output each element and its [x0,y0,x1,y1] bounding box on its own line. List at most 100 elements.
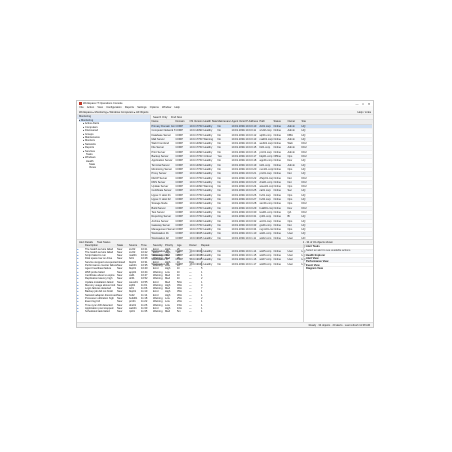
help-link[interactable]: Help / Links [357,111,371,114]
table-cell: web01.corp [259,142,273,146]
window-controls: — □ ✕ [354,102,372,106]
table-cell: Admin [287,129,295,133]
table-cell: 10.0.17763 [189,223,203,227]
table-cell: 10.0.0.22 [245,176,257,180]
find-now-button[interactable]: Find Now [171,116,182,119]
table-cell: 10.0.0.13 [245,137,257,141]
table-cell: DC2 [301,176,307,180]
window-title: Workspace IT Operations Console [83,101,123,105]
table-cell: No [217,206,221,210]
tree-item[interactable]: Views [79,166,150,169]
table-cell: Dev [287,206,293,210]
alert-row[interactable]: ● Scheduled task failed New rpt01 11:35 Warni… [77,310,303,313]
table-cell: 10.0.0.24 [245,185,257,189]
table-cell: Ops [287,198,293,202]
table-cell: test01.corp [259,210,273,214]
table-cell: 10.0.0.26 [245,193,257,197]
table-cell: 10.0.14393 [189,210,203,214]
table-cell: 10.19.10311 [231,189,246,193]
breadcrumb-path[interactable]: Workspace ▸ Monitoring ▸ Windows Compute… [79,111,148,114]
alert-cell: 5m [177,310,181,314]
grid-column-header[interactable]: IP Address [245,120,259,124]
table-cell: BI [287,215,290,219]
main-window: Workspace IT Operations Console — □ ✕ File… [76,100,374,328]
table-cell: 10.19.10311 [231,176,246,180]
table-cell: No [217,228,221,232]
table-cell: Healthy [203,223,213,227]
table-cell: Ops [287,185,293,189]
table-cell: DC2 [301,210,307,214]
grid-scroll-thumb[interactable] [372,125,373,165]
grid-column-header[interactable]: Status [273,120,287,124]
alert-cell: 1 [201,310,203,314]
table-cell: DC2 [301,206,307,210]
task-links: Health Explorer Alert View Performance Vie… [306,254,373,271]
table-cell: srv02.corp [259,129,272,133]
grid-column-header[interactable]: Health State [203,120,218,124]
table-cell: No [217,150,221,154]
table-cell: 10.19.10311 [231,223,246,227]
table-cell: Ops [287,193,293,197]
search-only-button[interactable]: Search Only [153,116,167,119]
table-cell: Reporting Server [151,215,172,219]
table-cell: Healthy [203,172,213,176]
table-cell: Online [273,163,282,167]
grid-column-header[interactable]: Agent Version [231,120,246,124]
table-cell: No [217,146,221,150]
table-cell: Healthy [203,228,213,232]
table-cell: Ops [287,167,293,171]
table-cell: Hyper-V Host 02 [151,198,171,202]
grid-column-header[interactable]: Path [259,120,273,124]
grid-column-header[interactable]: Owner [287,120,301,124]
table-cell: HQ [301,159,306,163]
table-cell: 10.19.10311 [231,129,246,133]
table-cell: 10.0.17763 [189,167,203,171]
alert-cell: — [189,310,192,314]
table-cell: 10.0.0.14 [245,142,257,146]
table-cell: 10.0.14393 [189,202,203,206]
table-cell: HQ [301,193,306,197]
table-cell: Healthy [203,193,213,197]
table-cell: Hyper-V Host 01 [151,193,171,197]
app-icon [79,102,82,105]
table-cell: CORP [175,232,184,236]
table-cell: 10.19.10311 [231,142,246,146]
table-cell: Computer Network Se [151,129,176,133]
table-cell: QA [287,210,292,214]
table-cell: HQ [301,167,306,171]
table-cell: gw01.corp [259,223,272,227]
grid-column-header[interactable]: OS Version [189,120,203,124]
table-cell: Admin [287,163,295,167]
table-cell: ca01.corp [259,189,271,193]
status-bar: Ready · 34 objects · 20 alerts · Last re… [77,322,373,327]
table-cell: Gateway Server [151,223,171,227]
table-cell: Online [273,193,282,197]
table-cell: 10.19.10311 [231,228,246,232]
alert-cell: Med [165,310,171,314]
grid-column-header[interactable]: Site [301,120,315,124]
table-cell: mail01.corp [259,137,273,141]
table-cell: No [217,176,221,180]
grid-column-header[interactable]: Maintenance [217,120,232,124]
task-link[interactable]: Diagram View [306,267,373,270]
table-cell: Online [273,198,282,202]
table-cell: fs01.corp [259,146,271,150]
table-cell: 10.19.10311 [231,210,246,214]
table-cell: CORP [175,210,184,214]
table-cell: CORP [175,198,184,202]
table-cell: Online [273,232,282,236]
table-cell: Net [287,223,292,227]
grid-column-header[interactable]: Name [151,120,175,124]
table-cell: CORP [175,133,184,137]
close-button[interactable]: ✕ [366,102,372,106]
grid-scrollbar[interactable] [372,123,373,239]
table-cell: No [217,185,221,189]
table-cell: Online [273,176,282,180]
table-cell: CORP [175,146,184,150]
table-cell: app01.corp [259,159,273,163]
grid-column-header[interactable]: Domain [175,120,189,124]
table-cell: Test Server [151,210,165,214]
table-cell: Healthy [203,198,213,202]
table-cell: HQ [301,223,306,227]
table-cell: 10.0.0.34 [245,228,257,232]
